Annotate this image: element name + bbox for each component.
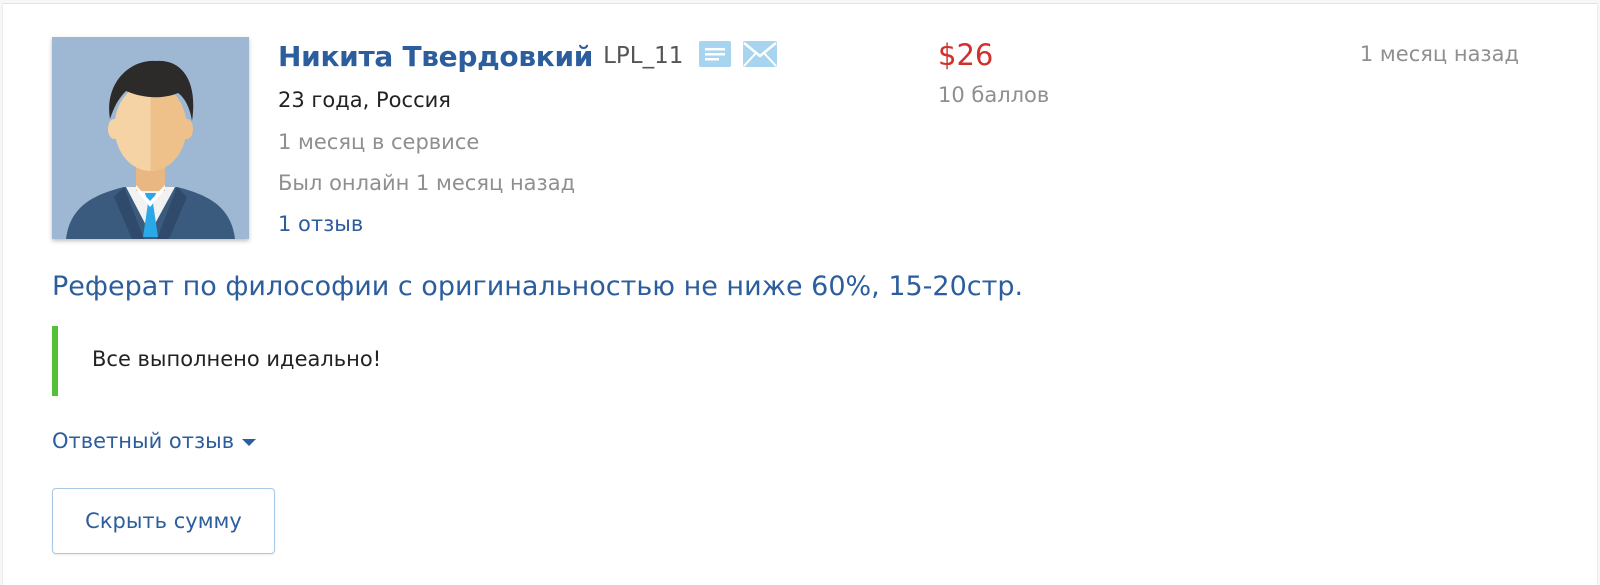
- user-avatar-icon: [52, 37, 249, 239]
- caret-down-icon: [242, 438, 257, 446]
- avatar: [52, 37, 249, 239]
- hide-amount-button[interactable]: Скрыть сумму: [52, 488, 275, 554]
- user-service-time: 1 месяц в сервисе: [278, 130, 480, 154]
- message-icon[interactable]: [699, 41, 732, 71]
- user-name-link[interactable]: Никита Твердовкий: [278, 40, 593, 73]
- user-login: LPL_11: [603, 43, 684, 69]
- user-age-country: 23 года, Россия: [278, 88, 451, 112]
- reply-review-label: Ответный отзыв: [52, 429, 235, 453]
- user-header: Никита Твердовкий LPL_11: [278, 36, 778, 76]
- review-text: Все выполнено идеально!: [92, 347, 382, 371]
- user-last-online: Был онлайн 1 месяц назад: [278, 171, 576, 195]
- review-quote: Все выполнено идеально!: [52, 326, 952, 396]
- review-date: 1 месяц назад: [1359, 42, 1519, 66]
- offer-points: 10 баллов: [938, 83, 1050, 107]
- reply-review-toggle[interactable]: Ответный отзыв: [52, 429, 257, 453]
- mail-icon[interactable]: [743, 41, 778, 71]
- offer-price: $26: [938, 38, 994, 72]
- review-card: Никита Твердовкий LPL_11 23 года, Россия…: [2, 3, 1598, 585]
- task-title-link[interactable]: Реферат по философии с оригинальностью н…: [52, 271, 1023, 302]
- reviews-link[interactable]: 1 отзыв: [278, 212, 363, 236]
